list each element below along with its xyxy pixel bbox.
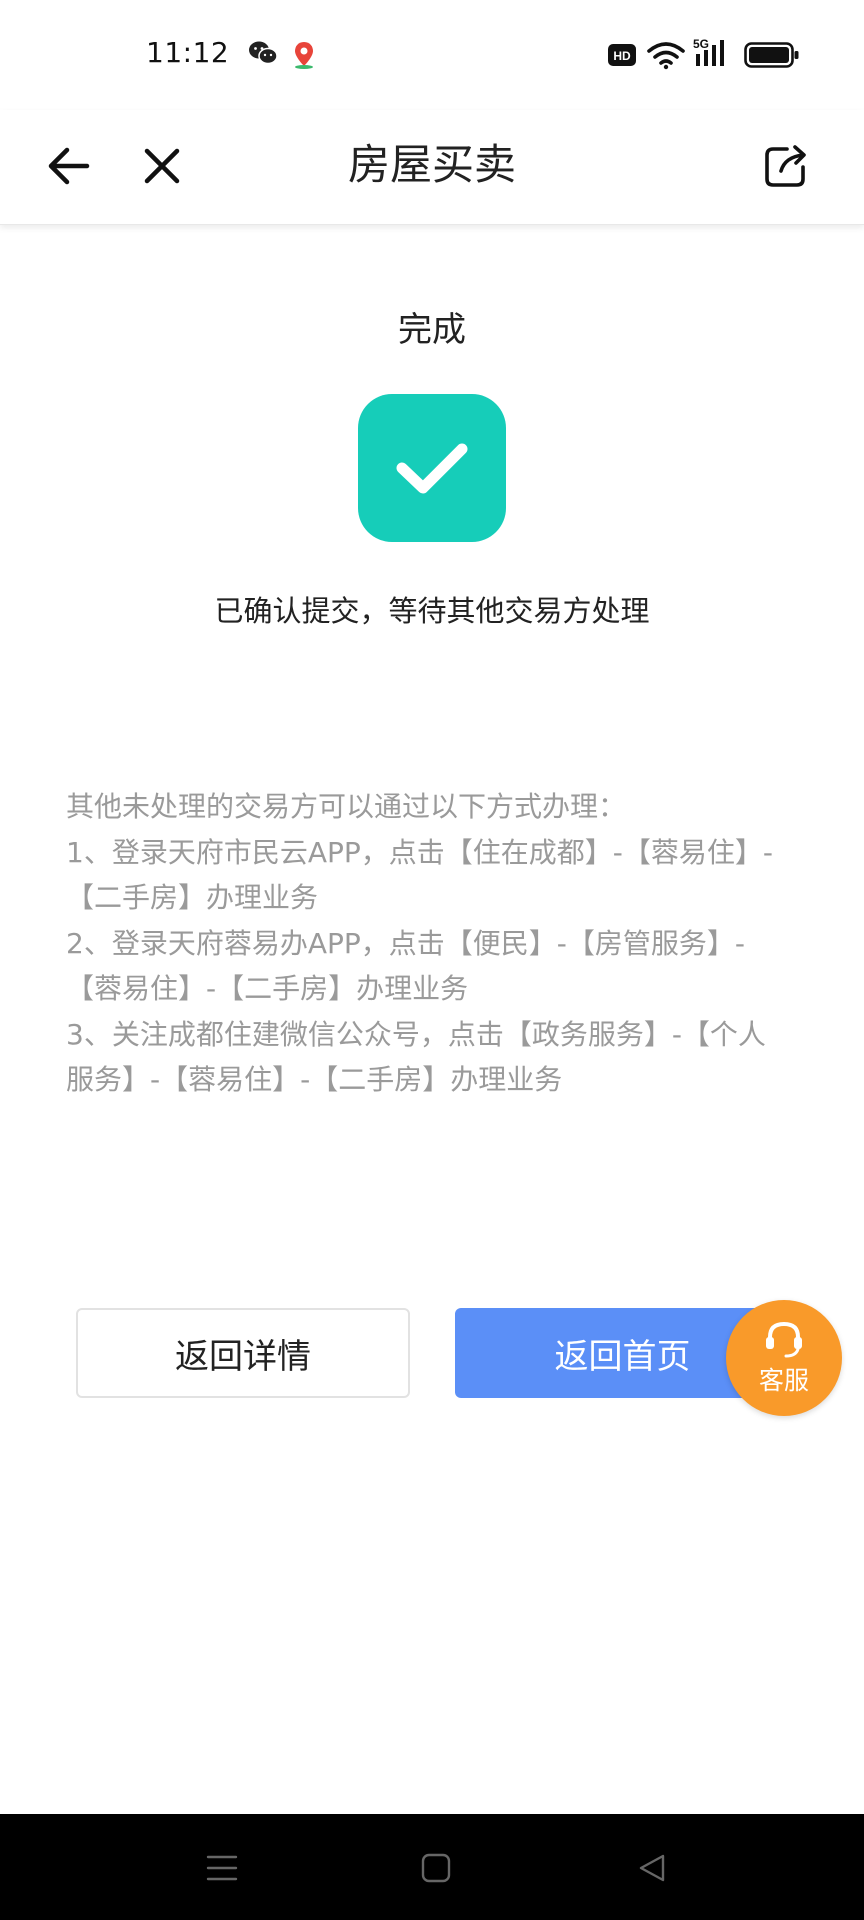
menu-icon [206,1855,238,1881]
menu-button[interactable] [202,1848,242,1888]
instructions-intro: 其他未处理的交易方可以通过以下方式办理： [66,790,627,823]
svg-text:5G: 5G [693,37,709,51]
share-icon [765,145,806,187]
signal-5g-icon: 5G [692,36,734,74]
home-square-icon [421,1853,451,1883]
share-button[interactable] [756,136,816,196]
home-button[interactable] [416,1848,456,1888]
back-triangle-icon [639,1854,665,1882]
svg-text:HD: HD [613,49,631,63]
instructions-step-3: 3、关注成都住建微信公众号，点击【政务服务】-【个人服务】-【蓉易住】-【二手房… [66,1017,766,1097]
result-message: 已确认提交，等待其他交易方处理 [214,594,650,628]
instructions-step-1: 1、登录天府市民云APP，点击【住在成都】-【蓉易住】-【二手房】办理业务 [66,835,773,915]
wifi-icon [646,40,686,74]
status-time: 11:12 [146,36,230,69]
customer-service-label: 客服 [758,1366,809,1395]
customer-service-button[interactable]: 客服 [726,1300,842,1416]
check-icon [396,443,468,494]
instructions-step-2: 2、登录天府蓉易办APP，点击【便民】-【房管服务】-【蓉易住】-【二手房】办理… [66,926,745,1006]
navbar: 房屋买卖 [0,110,864,225]
maps-icon [290,40,318,74]
back-to-detail-button[interactable]: 返回详情 [76,1308,410,1398]
page-title: 房屋买卖 [347,140,516,189]
hd-icon: HD [608,44,636,70]
result-title: 完成 [398,310,466,350]
battery-icon [744,42,800,72]
instructions: 其他未处理的交易方可以通过以下方式办理： 1、登录天府市民云APP，点击【住在成… [66,784,786,1103]
success-badge [358,394,506,542]
wechat-icon [248,40,278,70]
system-back-button[interactable] [632,1848,672,1888]
status-bar: 11:12 HD 5G [0,0,864,110]
headset-icon [766,1321,802,1358]
system-nav-bar [0,1814,864,1920]
